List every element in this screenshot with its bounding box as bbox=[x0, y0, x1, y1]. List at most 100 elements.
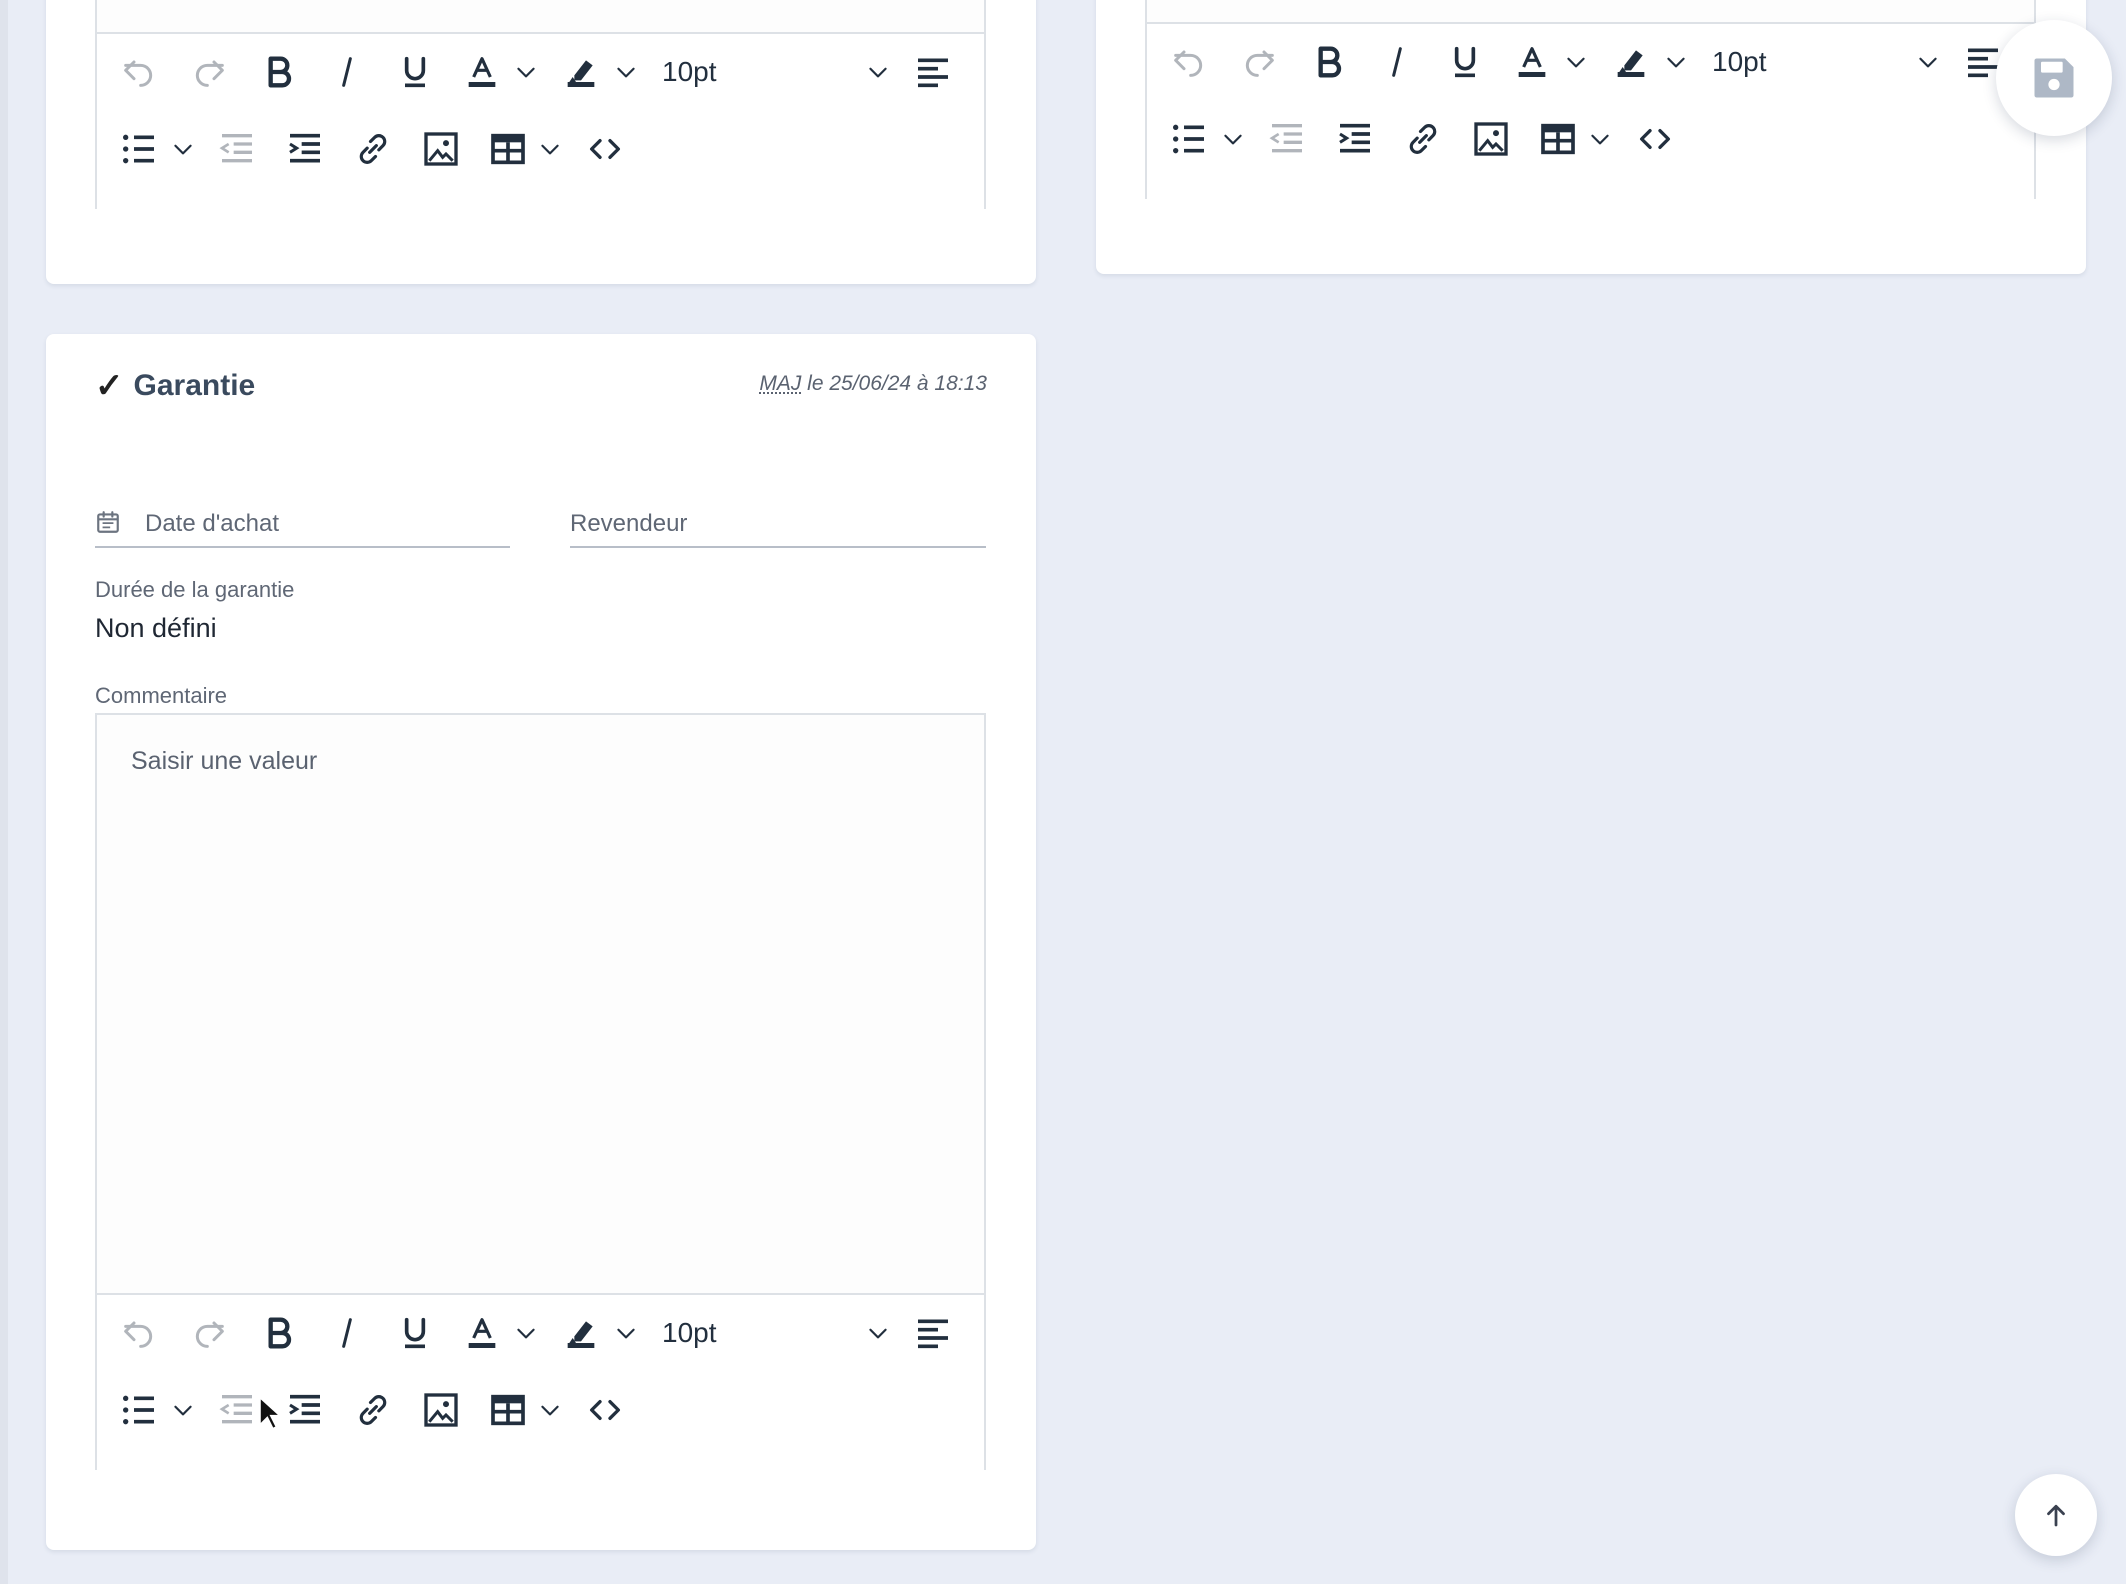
bold-icon[interactable] bbox=[1305, 38, 1353, 86]
reseller-placeholder: Revendeur bbox=[570, 510, 688, 537]
toolbar-row-1: 10pt bbox=[97, 1295, 984, 1371]
toolbar-row-2 bbox=[97, 1372, 984, 1448]
toolbar-row-1: 10pt bbox=[97, 34, 984, 110]
scroll-top-button[interactable] bbox=[2015, 1474, 2097, 1556]
page-edge bbox=[0, 0, 8, 1584]
link-icon[interactable] bbox=[1399, 115, 1447, 163]
font-size-select[interactable]: 10pt bbox=[662, 1309, 717, 1357]
chevron-down-icon[interactable] bbox=[534, 1386, 566, 1434]
chevron-down-icon[interactable] bbox=[610, 48, 642, 96]
bullet-list-icon[interactable] bbox=[115, 125, 163, 173]
highlight-icon[interactable] bbox=[557, 1309, 605, 1357]
source-code-icon[interactable] bbox=[581, 125, 629, 173]
font-size-select[interactable]: 10pt bbox=[1712, 38, 1767, 86]
link-icon[interactable] bbox=[349, 1386, 397, 1434]
bullet-list-icon[interactable] bbox=[115, 1386, 163, 1434]
underline-icon[interactable] bbox=[391, 1309, 439, 1357]
bold-icon[interactable] bbox=[255, 48, 303, 96]
outdent-icon[interactable] bbox=[213, 125, 261, 173]
redo-icon[interactable] bbox=[185, 1309, 233, 1357]
toolbar-row-1: 10pt bbox=[1147, 24, 2034, 100]
chevron-down-icon[interactable] bbox=[1912, 38, 1944, 86]
text-color-icon[interactable] bbox=[458, 48, 506, 96]
italic-icon[interactable] bbox=[323, 1309, 371, 1357]
outdent-icon[interactable] bbox=[1263, 115, 1311, 163]
chevron-down-icon[interactable] bbox=[510, 48, 542, 96]
align-left-icon[interactable] bbox=[909, 48, 957, 96]
arrow-up-icon bbox=[2047, 1504, 2065, 1527]
field-underline bbox=[570, 546, 986, 548]
save-button[interactable] bbox=[1996, 20, 2112, 136]
chevron-down-icon[interactable] bbox=[1217, 115, 1249, 163]
align-left-icon[interactable] bbox=[909, 1309, 957, 1357]
chevron-down-icon[interactable] bbox=[510, 1309, 542, 1357]
warranty-duration-value[interactable]: Non défini bbox=[95, 613, 217, 644]
reseller-field[interactable]: Revendeur bbox=[570, 502, 986, 548]
font-size-select[interactable]: 10pt bbox=[662, 48, 717, 96]
image-icon[interactable] bbox=[1467, 115, 1515, 163]
top-right-card: 10pt bbox=[1096, 0, 2086, 274]
purchase-date-field[interactable]: Date d'achat bbox=[95, 502, 510, 548]
chevron-down-icon[interactable] bbox=[167, 1386, 199, 1434]
checkmark-icon: ✓ bbox=[95, 367, 124, 405]
redo-icon[interactable] bbox=[185, 48, 233, 96]
editor-toolbar: 10pt bbox=[97, 1293, 984, 1472]
warranty-duration-label: Durée de la garantie bbox=[95, 577, 295, 602]
underline-icon[interactable] bbox=[391, 48, 439, 96]
purchase-date-placeholder: Date d'achat bbox=[145, 510, 280, 537]
comment-textarea[interactable]: Saisir une valeur bbox=[97, 715, 984, 1293]
indent-icon[interactable] bbox=[1331, 115, 1379, 163]
undo-icon[interactable] bbox=[115, 1309, 163, 1357]
editor-toolbar: 10pt bbox=[97, 32, 984, 211]
text-color-icon[interactable] bbox=[458, 1309, 506, 1357]
undo-icon[interactable] bbox=[115, 48, 163, 96]
toolbar-row-2 bbox=[97, 111, 984, 187]
rich-text-editor: 10pt bbox=[95, 0, 986, 211]
text-color-icon[interactable] bbox=[1508, 38, 1556, 86]
card-title-text: Garantie bbox=[133, 369, 256, 402]
highlight-icon[interactable] bbox=[1607, 38, 1655, 86]
last-updated: MAJ le 25/06/24 à 18:13 bbox=[759, 372, 987, 396]
source-code-icon[interactable] bbox=[581, 1386, 629, 1434]
indent-icon[interactable] bbox=[281, 1386, 329, 1434]
table-icon[interactable] bbox=[484, 1386, 532, 1434]
italic-icon[interactable] bbox=[1373, 38, 1421, 86]
chevron-down-icon[interactable] bbox=[1584, 115, 1616, 163]
link-icon[interactable] bbox=[349, 125, 397, 173]
outdent-icon[interactable] bbox=[213, 1386, 261, 1434]
calendar-icon bbox=[97, 511, 119, 533]
image-icon[interactable] bbox=[417, 125, 465, 173]
chevron-down-icon[interactable] bbox=[862, 48, 894, 96]
rich-text-editor: 10pt bbox=[1145, 0, 2036, 201]
chevron-down-icon[interactable] bbox=[1560, 38, 1592, 86]
warranty-card: ✓ Garantie MAJ le 25/06/24 à 18:13 Date … bbox=[46, 334, 1036, 1550]
comment-editor: Saisir une valeur 10pt bbox=[95, 713, 986, 1472]
source-code-icon[interactable] bbox=[1631, 115, 1679, 163]
editor-toolbar: 10pt bbox=[1147, 22, 2034, 201]
italic-icon[interactable] bbox=[323, 48, 371, 96]
chevron-down-icon[interactable] bbox=[167, 125, 199, 173]
top-left-card: 10pt bbox=[46, 0, 1036, 284]
floppy-disk-icon bbox=[2034, 58, 2074, 98]
chevron-down-icon[interactable] bbox=[1660, 38, 1692, 86]
chevron-down-icon[interactable] bbox=[862, 1309, 894, 1357]
bullet-list-icon[interactable] bbox=[1165, 115, 1213, 163]
image-icon[interactable] bbox=[417, 1386, 465, 1434]
table-icon[interactable] bbox=[484, 125, 532, 173]
comment-placeholder: Saisir une valeur bbox=[131, 747, 318, 775]
indent-icon[interactable] bbox=[281, 125, 329, 173]
chevron-down-icon[interactable] bbox=[534, 125, 566, 173]
last-updated-abbr: MAJ bbox=[759, 372, 802, 395]
redo-icon[interactable] bbox=[1235, 38, 1283, 86]
undo-icon[interactable] bbox=[1165, 38, 1213, 86]
mouse-cursor bbox=[258, 1395, 283, 1431]
last-updated-text: le 25/06/24 à 18:13 bbox=[801, 372, 987, 395]
chevron-down-icon[interactable] bbox=[610, 1309, 642, 1357]
table-icon[interactable] bbox=[1534, 115, 1582, 163]
underline-icon[interactable] bbox=[1441, 38, 1489, 86]
toolbar-row-2 bbox=[1147, 101, 2034, 177]
comment-label: Commentaire bbox=[95, 683, 228, 708]
bold-icon[interactable] bbox=[255, 1309, 303, 1357]
highlight-icon[interactable] bbox=[557, 48, 605, 96]
field-underline bbox=[95, 546, 510, 548]
